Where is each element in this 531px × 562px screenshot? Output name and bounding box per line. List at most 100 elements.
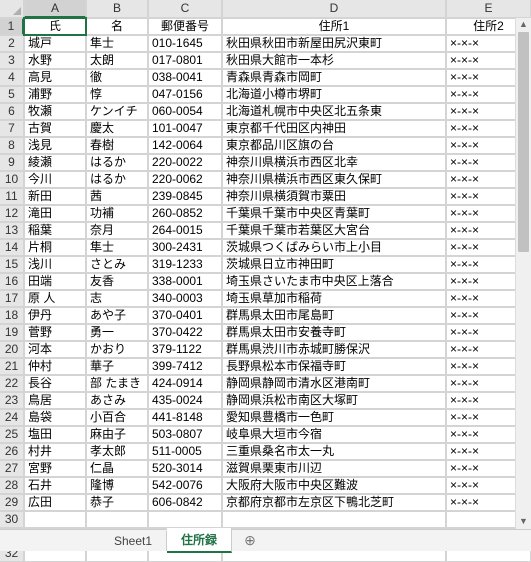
cell-B14[interactable]: 隼士 <box>86 239 148 256</box>
cell-B20[interactable]: かおり <box>86 341 148 358</box>
row-header-30[interactable]: 30 <box>0 511 24 528</box>
row-header-10[interactable]: 10 <box>0 171 24 188</box>
cell-C17[interactable]: 340-0003 <box>148 290 222 307</box>
cell-B29[interactable]: 恭子 <box>86 494 148 511</box>
cell-D8[interactable]: 東京都品川区旗の台 <box>222 137 446 154</box>
cell-C3[interactable]: 017-0801 <box>148 52 222 69</box>
cell-B28[interactable]: 隆博 <box>86 477 148 494</box>
cell-D15[interactable]: 茨城県日立市神田町 <box>222 256 446 273</box>
cell-A30[interactable] <box>24 511 86 528</box>
col-header-A[interactable]: A <box>24 0 86 18</box>
scroll-thumb[interactable] <box>518 32 529 252</box>
cell-B22[interactable]: 部 たまき <box>86 375 148 392</box>
scroll-up-arrow[interactable]: ▲ <box>516 18 531 32</box>
cell-A19[interactable]: 菅野 <box>24 324 86 341</box>
cell-D6[interactable]: 北海道札幌市中央区北五条東 <box>222 103 446 120</box>
cell-B10[interactable]: はるか <box>86 171 148 188</box>
cell-A4[interactable]: 高見 <box>24 69 86 86</box>
row-header-15[interactable]: 15 <box>0 256 24 273</box>
cell-D9[interactable]: 神奈川県横浜市西区北幸 <box>222 154 446 171</box>
row-header-19[interactable]: 19 <box>0 324 24 341</box>
cell-C19[interactable]: 370-0422 <box>148 324 222 341</box>
cell-C29[interactable]: 606-0842 <box>148 494 222 511</box>
cell-B9[interactable]: はるか <box>86 154 148 171</box>
cell-B5[interactable]: 惇 <box>86 86 148 103</box>
cell-C2[interactable]: 010-1645 <box>148 35 222 52</box>
cell-C25[interactable]: 503-0807 <box>148 426 222 443</box>
cell-B19[interactable]: 勇一 <box>86 324 148 341</box>
cell-B27[interactable]: 仁晶 <box>86 460 148 477</box>
cell-B23[interactable]: あさみ <box>86 392 148 409</box>
tab-active[interactable]: 住所録 <box>167 528 232 553</box>
col-header-B[interactable]: B <box>86 0 148 18</box>
row-header-3[interactable]: 3 <box>0 52 24 69</box>
cell-B8[interactable]: 春樹 <box>86 137 148 154</box>
cell-A5[interactable]: 浦野 <box>24 86 86 103</box>
select-all-corner[interactable] <box>0 0 24 18</box>
cell-D4[interactable]: 青森県青森市岡町 <box>222 69 446 86</box>
cell-A25[interactable]: 塩田 <box>24 426 86 443</box>
cell-C23[interactable]: 435-0024 <box>148 392 222 409</box>
cell-C28[interactable]: 542-0076 <box>148 477 222 494</box>
cell-A21[interactable]: 仲村 <box>24 358 86 375</box>
cell-D30[interactable] <box>222 511 446 528</box>
vertical-scrollbar[interactable]: ▲ ▼ <box>515 18 531 529</box>
scroll-down-arrow[interactable]: ▼ <box>516 515 531 529</box>
cell-C10[interactable]: 220-0062 <box>148 171 222 188</box>
cell-D5[interactable]: 北海道小樽市堺町 <box>222 86 446 103</box>
cell-C12[interactable]: 260-0852 <box>148 205 222 222</box>
cell-C24[interactable]: 441-8148 <box>148 409 222 426</box>
cell-D21[interactable]: 長野県松本市保福寺町 <box>222 358 446 375</box>
row-header-29[interactable]: 29 <box>0 494 24 511</box>
header-cell-D[interactable]: 住所1 <box>222 18 446 35</box>
cell-A16[interactable]: 田端 <box>24 273 86 290</box>
row-header-6[interactable]: 6 <box>0 103 24 120</box>
cell-A11[interactable]: 新田 <box>24 188 86 205</box>
cell-D17[interactable]: 埼玉県草加市稲荷 <box>222 290 446 307</box>
col-header-C[interactable]: C <box>148 0 222 18</box>
cell-B11[interactable]: 茜 <box>86 188 148 205</box>
cell-A28[interactable]: 石井 <box>24 477 86 494</box>
cell-B13[interactable]: 奈月 <box>86 222 148 239</box>
row-header-11[interactable]: 11 <box>0 188 24 205</box>
cell-A22[interactable]: 長谷 <box>24 375 86 392</box>
cell-A6[interactable]: 牧瀬 <box>24 103 86 120</box>
cell-B3[interactable]: 太朗 <box>86 52 148 69</box>
cell-D12[interactable]: 千葉県千葉市中央区青葉町 <box>222 205 446 222</box>
col-header-D[interactable]: D <box>222 0 446 18</box>
cell-A3[interactable]: 水野 <box>24 52 86 69</box>
cell-A9[interactable]: 綾瀬 <box>24 154 86 171</box>
header-cell-A[interactable]: 氏 <box>24 18 86 35</box>
cell-C4[interactable]: 038-0041 <box>148 69 222 86</box>
row-header-12[interactable]: 12 <box>0 205 24 222</box>
row-header-25[interactable]: 25 <box>0 426 24 443</box>
col-header-E[interactable]: E <box>446 0 531 18</box>
cell-A26[interactable]: 村井 <box>24 443 86 460</box>
cell-A15[interactable]: 浅川 <box>24 256 86 273</box>
row-header-22[interactable]: 22 <box>0 375 24 392</box>
cell-A20[interactable]: 河本 <box>24 341 86 358</box>
cell-D27[interactable]: 滋賀県栗東市川辺 <box>222 460 446 477</box>
cell-A18[interactable]: 伊丹 <box>24 307 86 324</box>
cell-B24[interactable]: 小百合 <box>86 409 148 426</box>
cell-C7[interactable]: 101-0047 <box>148 120 222 137</box>
cell-C14[interactable]: 300-2431 <box>148 239 222 256</box>
row-header-20[interactable]: 20 <box>0 341 24 358</box>
row-header-26[interactable]: 26 <box>0 443 24 460</box>
cell-D14[interactable]: 茨城県つくばみらい市上小目 <box>222 239 446 256</box>
row-header-9[interactable]: 9 <box>0 154 24 171</box>
cell-A10[interactable]: 今川 <box>24 171 86 188</box>
cell-A23[interactable]: 鳥居 <box>24 392 86 409</box>
cell-D23[interactable]: 静岡県浜松市南区大塚町 <box>222 392 446 409</box>
cell-A14[interactable]: 片桐 <box>24 239 86 256</box>
add-sheet-button[interactable]: ⊕ <box>232 532 268 549</box>
cell-D24[interactable]: 愛知県豊橋市一色町 <box>222 409 446 426</box>
cell-B7[interactable]: 慶太 <box>86 120 148 137</box>
cell-C30[interactable] <box>148 511 222 528</box>
cell-B15[interactable]: さとみ <box>86 256 148 273</box>
cell-B16[interactable]: 友香 <box>86 273 148 290</box>
header-cell-B[interactable]: 名 <box>86 18 148 35</box>
row-header-2[interactable]: 2 <box>0 35 24 52</box>
cell-A17[interactable]: 原 人 <box>24 290 86 307</box>
tab-sheet1[interactable]: Sheet1 <box>100 531 167 551</box>
